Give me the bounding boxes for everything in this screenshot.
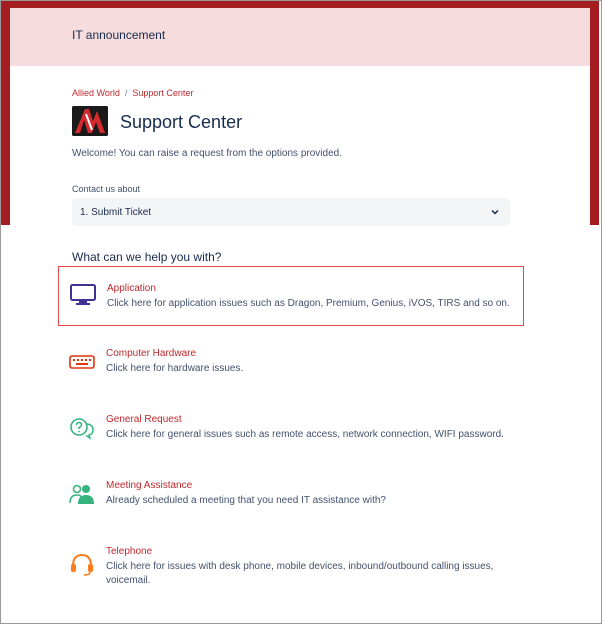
option-name: Computer Hardware xyxy=(106,348,197,359)
contact-label: Contact us about xyxy=(72,184,141,194)
option-description: Already scheduled a meeting that you nee… xyxy=(106,495,386,506)
option-description: Click here for hardware issues. xyxy=(106,363,244,374)
portal-page: IT announcement Allied World / Support Cen… xyxy=(10,8,590,620)
help-heading: What can we help you with? xyxy=(72,250,222,264)
option-application[interactable]: Application Click here for application i… xyxy=(58,266,524,326)
option-telephone[interactable]: Telephone Click here for issues with des… xyxy=(58,540,524,596)
chevron-down-icon xyxy=(491,209,499,215)
announcement-text: IT announcement xyxy=(72,28,166,42)
monitor-icon xyxy=(70,284,96,305)
option-description: Click here for general issues such as re… xyxy=(106,429,504,440)
option-meeting-assistance[interactable]: Meeting Assistance Already scheduled a m… xyxy=(58,474,524,518)
option-name: Meeting Assistance xyxy=(106,480,193,491)
breadcrumb-root-link[interactable]: Allied World xyxy=(72,88,120,98)
option-description: Click here for application issues such a… xyxy=(107,298,510,309)
contact-selected-value: 1. Submit Ticket xyxy=(80,207,152,218)
breadcrumb-current-link[interactable]: Support Center xyxy=(132,88,193,98)
keyboard-icon xyxy=(69,355,95,369)
announcement-banner: IT announcement xyxy=(10,8,590,66)
allied-world-logo xyxy=(72,106,108,136)
option-general-request[interactable]: General Request Click here for general i… xyxy=(58,408,524,452)
option-computer-hardware[interactable]: Computer Hardware Click here for hardwar… xyxy=(58,342,524,386)
page-title: Support Center xyxy=(120,112,243,132)
welcome-text: Welcome! You can raise a request from th… xyxy=(72,148,342,159)
contact-select[interactable]: 1. Submit Ticket xyxy=(72,198,510,226)
breadcrumb-separator: / xyxy=(124,88,128,98)
headset-icon xyxy=(71,553,93,576)
option-description: Click here for issues with desk phone, m… xyxy=(106,561,494,586)
option-name: Application xyxy=(107,283,156,294)
question-bubbles-icon xyxy=(70,418,94,440)
option-name: General Request xyxy=(106,414,182,425)
option-name: Telephone xyxy=(106,546,153,557)
breadcrumb: Allied World / Support Center xyxy=(72,88,193,98)
people-icon xyxy=(69,484,94,504)
